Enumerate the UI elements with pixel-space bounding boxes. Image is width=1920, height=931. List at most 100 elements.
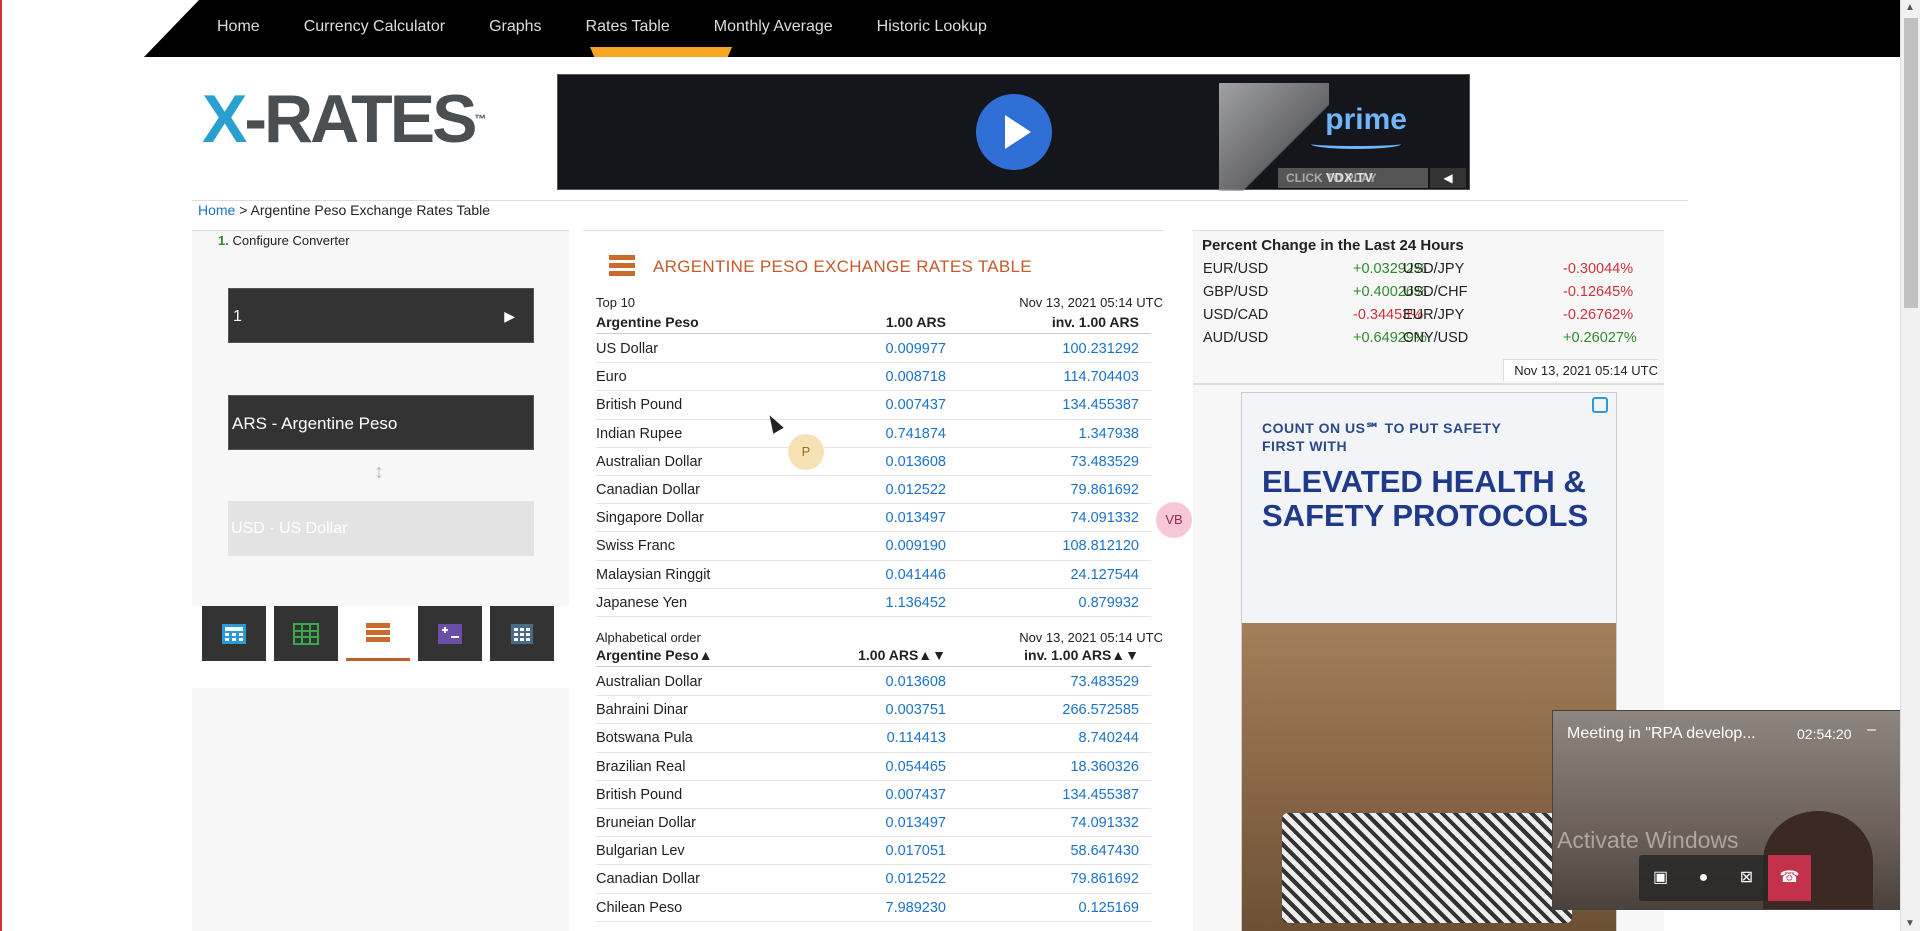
from-currency-select[interactable]: ARS - Argentine Peso bbox=[228, 395, 534, 450]
inverse-rate-link[interactable]: 114.704403 bbox=[1063, 363, 1139, 391]
rate-link[interactable]: 0.741874 bbox=[886, 420, 946, 448]
rate-link[interactable]: 0.017051 bbox=[886, 837, 946, 865]
sort-currency[interactable]: Argentine Peso▲ bbox=[596, 647, 713, 663]
inverse-rate-link[interactable]: 100.231292 bbox=[1062, 335, 1139, 363]
scrollbar-thumb[interactable] bbox=[1904, 18, 1918, 308]
sort-rate[interactable]: 1.00 ARS▲▼ bbox=[858, 647, 946, 663]
rate-link[interactable]: 0.013497 bbox=[886, 809, 946, 837]
inverse-rate-link[interactable]: 73.483529 bbox=[1070, 668, 1139, 696]
percent-value: -0.30044% bbox=[1563, 261, 1634, 277]
avatar[interactable]: VB bbox=[1156, 502, 1192, 538]
page-scrollbar[interactable]: ▲ ▼ bbox=[1900, 0, 1920, 931]
microphone-icon[interactable]: ● bbox=[1682, 855, 1725, 901]
inverse-rate-link[interactable]: 266.572585 bbox=[1062, 696, 1139, 724]
rate-link[interactable]: 0.013608 bbox=[886, 448, 946, 476]
inverse-rate-link[interactable]: 8.740244 bbox=[1079, 724, 1139, 752]
percent-change-row: USD/CAD -0.34453% EUR/JPY -0.26762% bbox=[1203, 307, 1653, 330]
inverse-rate-link[interactable]: 134.455387 bbox=[1062, 391, 1139, 419]
rate-link[interactable]: 0.041446 bbox=[886, 561, 946, 589]
currency-name: Singapore Dollar bbox=[596, 510, 705, 527]
inverse-rate-link[interactable]: 108.812120 bbox=[1062, 532, 1139, 560]
to-currency-select[interactable]: USD - US Dollar bbox=[228, 501, 534, 556]
rate-link[interactable]: 0.054465 bbox=[886, 753, 946, 781]
meeting-timer: 02:54:20 bbox=[1797, 726, 1852, 742]
inverse-rate-link[interactable]: 18.360326 bbox=[1070, 753, 1139, 781]
nav-wedge bbox=[144, 0, 199, 57]
inverse-rate-link[interactable]: 1.347938 bbox=[1079, 420, 1139, 448]
inverse-rate-link[interactable]: 79.861692 bbox=[1070, 476, 1139, 504]
plus-minus-icon[interactable] bbox=[418, 606, 482, 661]
minimize-button[interactable]: – bbox=[1867, 721, 1876, 739]
prime-logo: prime bbox=[1325, 103, 1407, 136]
inverse-rate-link[interactable]: 58.647430 bbox=[1070, 837, 1139, 865]
calendar-icon[interactable] bbox=[490, 606, 554, 661]
sort-inverse[interactable]: inv. 1.00 ARS▲▼ bbox=[1024, 647, 1139, 663]
rate-link[interactable]: 0.009190 bbox=[886, 532, 946, 560]
ad-tagline: COUNT ON US℠ TO PUT SAFETY FIRST WITH bbox=[1262, 420, 1502, 454]
rate-link[interactable]: 7.989230 bbox=[886, 894, 946, 922]
rates-table-panel: ARGENTINE PESO EXCHANGE RATES TABLE Top … bbox=[583, 230, 1163, 931]
alpha-label: Alphabetical order bbox=[596, 630, 701, 645]
amount-submit-icon[interactable]: ▶ bbox=[504, 289, 515, 344]
scroll-up-icon[interactable]: ▲ bbox=[1905, 2, 1915, 13]
inverse-rate-link[interactable]: 73.483529 bbox=[1070, 448, 1139, 476]
activate-windows-watermark: Activate Windows bbox=[1557, 827, 1739, 853]
table-row: British Pound 0.007437 134.455387 bbox=[596, 391, 1151, 420]
mute-icon[interactable]: ◀ bbox=[1430, 168, 1466, 188]
table-row: Australian Dollar 0.013608 73.483529 bbox=[596, 448, 1151, 476]
calculator-icon[interactable] bbox=[202, 606, 266, 661]
meeting-window[interactable]: Meeting in "RPA develop... 02:54:20 – Ac… bbox=[1552, 710, 1902, 910]
header-divider bbox=[192, 200, 1688, 201]
scroll-down-icon[interactable]: ▼ bbox=[1905, 918, 1915, 929]
video-ad-banner[interactable]: prime CLICK TO PLAY VDX.TV ◀ bbox=[557, 74, 1470, 191]
nav-item-monthly-average[interactable]: Monthly Average bbox=[714, 0, 855, 57]
currency-name: British Pound bbox=[596, 786, 683, 803]
currency-name: Indian Rupee bbox=[596, 425, 683, 442]
inverse-rate-link[interactable]: 79.861692 bbox=[1070, 865, 1139, 893]
nav-item-graphs[interactable]: Graphs bbox=[489, 0, 563, 57]
currency-name: Swiss Franc bbox=[596, 538, 675, 555]
rate-link[interactable]: 0.012522 bbox=[886, 865, 946, 893]
play-icon[interactable] bbox=[976, 94, 1052, 170]
x-rates-logo[interactable]: X-RATES™ bbox=[202, 84, 486, 154]
rate-link[interactable]: 0.012522 bbox=[886, 476, 946, 504]
inverse-rate-link[interactable]: 24.127544 bbox=[1070, 561, 1139, 589]
rate-link[interactable]: 0.013608 bbox=[886, 668, 946, 696]
inverse-rate-link[interactable]: 0.879932 bbox=[1079, 589, 1139, 617]
inverse-rate-link[interactable]: 74.091332 bbox=[1070, 504, 1139, 532]
top10-label: Top 10 bbox=[596, 295, 636, 310]
rate-link[interactable]: 0.007437 bbox=[886, 781, 946, 809]
inverse-rate-link[interactable]: 134.455387 bbox=[1062, 781, 1139, 809]
hang-up-button[interactable]: ☎ bbox=[1768, 855, 1811, 901]
ad-headline: ELEVATED HEALTH & SAFETY PROTOCOLS bbox=[1262, 464, 1589, 533]
nav-item-currency-calculator[interactable]: Currency Calculator bbox=[304, 0, 467, 57]
nav-item-home[interactable]: Home bbox=[217, 0, 282, 57]
alpha-rows: Australian Dollar 0.013608 73.483529 Bahrai… bbox=[596, 668, 1151, 922]
amount-input[interactable]: 1 ▶ bbox=[228, 288, 534, 343]
rate-link[interactable]: 1.136452 bbox=[886, 589, 946, 617]
alpha-header: Argentine Peso▲ 1.00 ARS▲▼ inv. 1.00 ARS… bbox=[596, 647, 1151, 667]
camera-off-icon[interactable]: ▣ bbox=[1639, 855, 1682, 901]
grid-icon[interactable] bbox=[274, 606, 338, 661]
breadcrumb: Home > Argentine Peso Exchange Rates Tab… bbox=[198, 202, 491, 218]
ad-choices-icon[interactable] bbox=[1592, 397, 1608, 413]
inverse-rate-link[interactable]: 74.091332 bbox=[1070, 809, 1139, 837]
rate-link[interactable]: 0.003751 bbox=[886, 696, 946, 724]
browser-viewport: Home Currency Calculator Graphs Rates Table… bbox=[0, 0, 1920, 931]
rate-link[interactable]: 0.013497 bbox=[886, 504, 946, 532]
rate-link[interactable]: 0.007437 bbox=[886, 391, 946, 419]
share-screen-icon[interactable]: ⊠ bbox=[1725, 855, 1768, 901]
table-row: British Pound 0.007437 134.455387 bbox=[596, 781, 1151, 809]
currency-name: Euro bbox=[596, 369, 627, 386]
rate-link[interactable]: 0.114413 bbox=[887, 724, 946, 752]
nav-item-historic-lookup[interactable]: Historic Lookup bbox=[877, 0, 1009, 57]
swap-icon[interactable]: ↕ bbox=[374, 461, 384, 484]
rates-table-icon[interactable] bbox=[346, 606, 410, 661]
avatar[interactable]: P bbox=[788, 434, 824, 470]
inverse-rate-link[interactable]: 0.125169 bbox=[1079, 894, 1139, 922]
rate-link[interactable]: 0.009977 bbox=[886, 335, 946, 363]
table-row: Malaysian Ringgit 0.041446 24.127544 bbox=[596, 561, 1151, 589]
prime-smile-graphic bbox=[1311, 139, 1401, 149]
breadcrumb-home-link[interactable]: Home bbox=[198, 202, 235, 218]
rate-link[interactable]: 0.008718 bbox=[886, 363, 946, 391]
